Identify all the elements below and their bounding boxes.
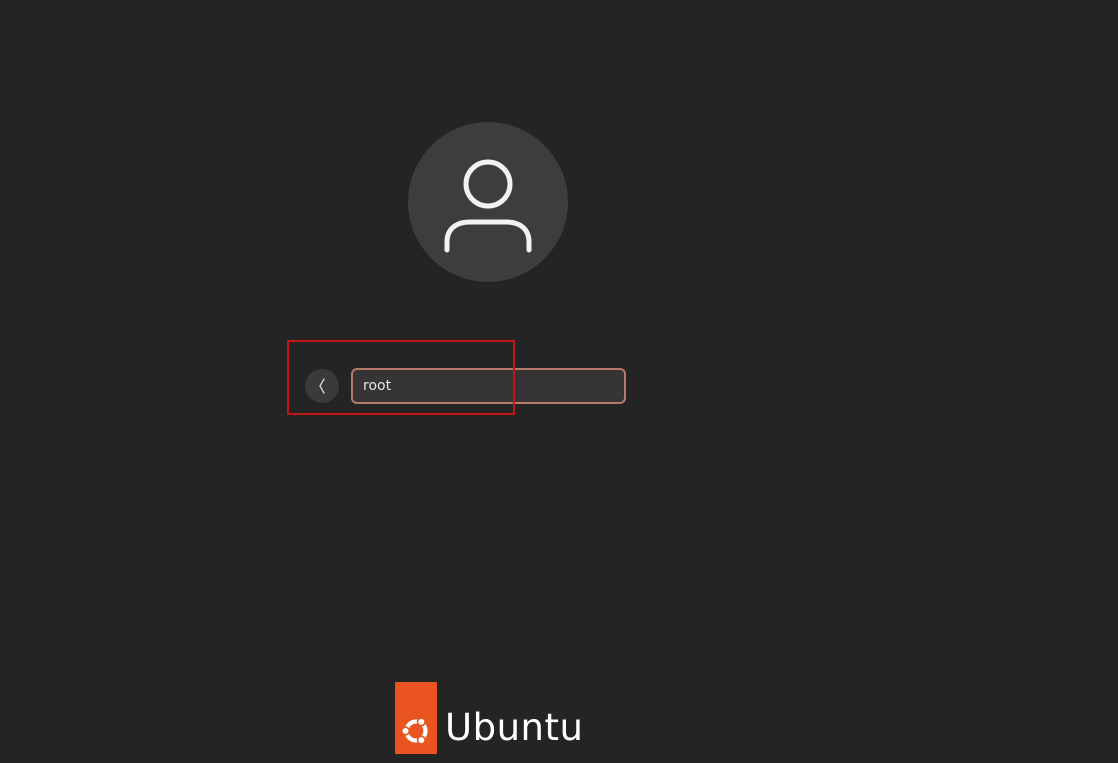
login-screen: Ubuntu xyxy=(0,0,1118,763)
back-button[interactable] xyxy=(305,369,339,403)
ubuntu-logo-text: Ubuntu xyxy=(445,706,584,749)
user-avatar xyxy=(408,122,568,282)
user-icon xyxy=(444,159,532,253)
ubuntu-circle-of-friends-icon xyxy=(400,717,428,745)
chevron-left-icon xyxy=(319,378,325,394)
username-input[interactable] xyxy=(353,370,624,402)
ubuntu-logo-mark xyxy=(395,682,437,754)
username-field[interactable] xyxy=(351,368,626,404)
